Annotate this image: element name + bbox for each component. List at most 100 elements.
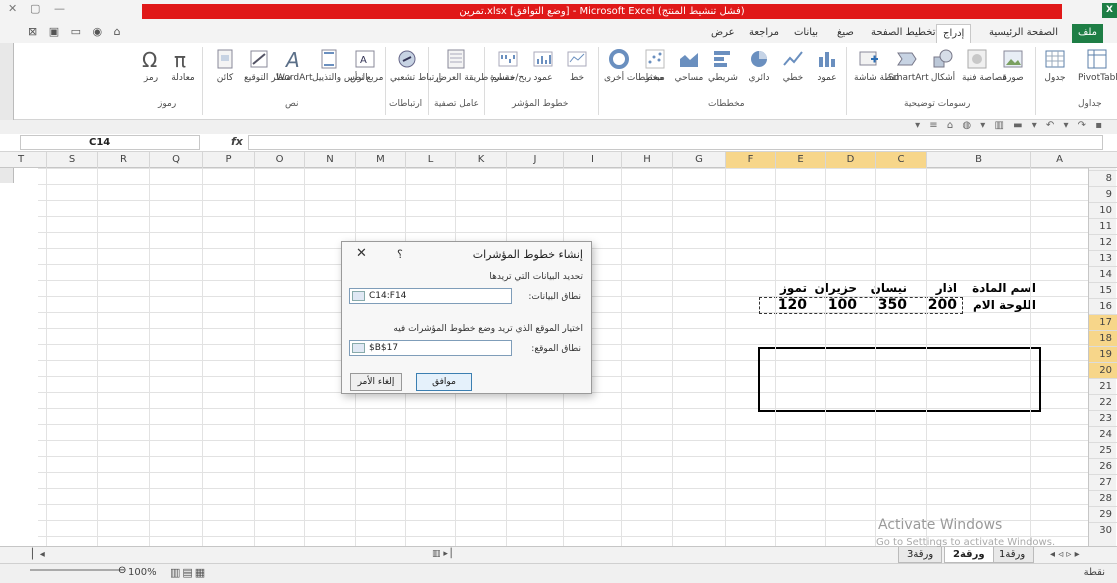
row-header-23[interactable]: 23 <box>1089 410 1117 426</box>
tab-data[interactable]: بيانات <box>788 24 824 43</box>
column-header-g[interactable]: G <box>672 152 725 168</box>
cell-e13[interactable]: حزيران <box>811 280 861 296</box>
quick-access-buttons[interactable]: ▾ ≡ ⌂ ◍ ▾ ▥ ▬ ▾ ↶ ▾ ↷ ▪ <box>915 120 1105 131</box>
maximize-window-icon[interactable]: ▢ <box>30 2 40 15</box>
range-picker-icon[interactable] <box>352 291 365 301</box>
view-buttons[interactable]: ▥▤▦ <box>170 566 207 579</box>
cell-b14[interactable]: اللوحة الام <box>950 297 1040 313</box>
location-range-input[interactable]: $B$17 <box>349 340 512 356</box>
selected-range-b17-f20[interactable] <box>758 347 1041 412</box>
sparkline-column-button[interactable]: عمود <box>528 47 558 83</box>
tab-view[interactable]: عرض <box>705 24 741 43</box>
row-header-27[interactable]: 27 <box>1089 474 1117 490</box>
area-chart-button[interactable]: مساحي <box>674 47 704 83</box>
tab-insert[interactable]: إدراج <box>936 24 972 43</box>
range-picker-icon[interactable] <box>352 343 365 353</box>
cancel-button[interactable]: إلغاء الأمر <box>350 373 402 391</box>
cell-c13[interactable]: اذار <box>911 280 961 296</box>
row-header-24[interactable]: 24 <box>1089 426 1117 442</box>
column-chart-button[interactable]: عمود <box>812 47 842 83</box>
help-icon[interactable]: ؟ <box>397 248 403 261</box>
column-header-b[interactable]: B <box>926 152 1030 168</box>
tab-file[interactable]: ملف <box>1072 24 1104 43</box>
tab-formulas[interactable]: صيغ <box>831 24 860 43</box>
row-header-19[interactable]: 19 <box>1089 346 1117 362</box>
column-header-q[interactable]: Q <box>149 152 202 168</box>
function-icon[interactable]: fx <box>231 135 243 148</box>
row-header-25[interactable]: 25 <box>1089 442 1117 458</box>
cell-b13[interactable]: اسم المادة <box>950 280 1040 296</box>
row-header-22[interactable]: 22 <box>1089 394 1117 410</box>
excel-app-icon[interactable]: X <box>1102 3 1117 18</box>
row-header-14[interactable]: 14 <box>1089 266 1117 282</box>
row-header-16[interactable]: 16 <box>1089 298 1117 314</box>
column-header-j[interactable]: J <box>506 152 563 168</box>
data-range-input[interactable]: C14:F14 <box>349 288 512 304</box>
screenshot-button[interactable]: لقطة شاشة <box>854 47 899 83</box>
sheet-tab-3[interactable]: ورقة3 <box>898 547 943 563</box>
row-header-10[interactable]: 10 <box>1089 202 1117 218</box>
symbol-button[interactable]: Ω رمز <box>136 47 166 83</box>
tab-review[interactable]: مراجعة <box>743 24 785 43</box>
table-button[interactable]: جدول <box>1040 47 1070 83</box>
row-header-28[interactable]: 28 <box>1089 490 1117 506</box>
column-header-e[interactable]: E <box>775 152 825 168</box>
column-header-r[interactable]: R <box>97 152 149 168</box>
sparkline-line-button[interactable]: خط <box>562 47 592 83</box>
hscroll-thumb[interactable]: ▥ ▸ ▏ <box>432 549 458 559</box>
column-header-d[interactable]: D <box>825 152 875 168</box>
row-header-12[interactable]: 12 <box>1089 234 1117 250</box>
column-header-n[interactable]: N <box>304 152 355 168</box>
line-chart-button[interactable]: خطي <box>778 47 808 83</box>
tab-page-layout[interactable]: تخطيط الصفحة <box>865 24 942 43</box>
shapes-button[interactable]: أشكال <box>928 47 958 83</box>
column-header-p[interactable]: P <box>202 152 254 168</box>
header-footer-button[interactable]: الرأس والتذييل <box>312 47 368 83</box>
ok-button[interactable]: موافق <box>416 373 472 391</box>
slicer-button[interactable]: مقسم طريقة العرض <box>436 47 515 83</box>
bar-chart-button[interactable]: شريطي <box>708 47 738 83</box>
row-header-17[interactable]: 17 <box>1089 314 1117 330</box>
column-header-s[interactable]: S <box>46 152 97 168</box>
name-box[interactable]: C14 <box>20 135 200 150</box>
column-header-f[interactable]: F <box>725 152 775 168</box>
sheet-tab-2[interactable]: ورقة2 <box>944 547 994 563</box>
row-header-30[interactable]: 30 <box>1089 522 1117 538</box>
hyperlink-button[interactable]: ارتباط تشعبي <box>390 47 441 83</box>
column-header-t[interactable]: T <box>0 152 46 168</box>
row-header-13[interactable]: 13 <box>1089 250 1117 266</box>
column-header-l[interactable]: L <box>405 152 455 168</box>
formula-input[interactable] <box>248 135 1103 150</box>
pivot-table-button[interactable]: PivotTable <box>1078 47 1117 83</box>
cell-d13[interactable]: نيسان <box>861 280 911 296</box>
row-header-18[interactable]: 18 <box>1089 330 1117 346</box>
zoom-level[interactable]: 100% <box>128 567 157 578</box>
scroll-left-icon[interactable]: ▏◂ <box>32 549 45 560</box>
column-header-a[interactable]: A <box>1030 152 1088 168</box>
column-header-i[interactable]: I <box>563 152 621 168</box>
signature-button[interactable]: سطر التوقيع <box>244 47 291 83</box>
column-header-m[interactable]: M <box>355 152 405 168</box>
row-header-8[interactable]: 8 <box>1089 170 1117 186</box>
zoom-out-icon[interactable]: ⊖ <box>118 565 126 576</box>
minimize-window-icon[interactable]: — <box>54 2 65 15</box>
column-header-h[interactable]: H <box>621 152 672 168</box>
column-header-c[interactable]: C <box>875 152 926 168</box>
sheet-nav-icons[interactable]: ◂ ◃ ▹ ▸ <box>1050 549 1080 560</box>
cell-f13[interactable]: تموز <box>761 280 811 296</box>
quick-access-icons[interactable]: ⊠ ▣ ▭ ◉ ⌂ <box>28 25 125 38</box>
column-header-k[interactable]: K <box>455 152 506 168</box>
row-header-21[interactable]: 21 <box>1089 378 1117 394</box>
equation-button[interactable]: π معادلة <box>168 47 198 83</box>
other-charts-button[interactable]: مخططات أخرى <box>604 47 664 83</box>
zoom-slider[interactable] <box>30 569 120 571</box>
sheet-tab-1[interactable]: ورقة1 <box>990 547 1035 563</box>
pie-chart-button[interactable]: دائري <box>744 47 774 83</box>
row-header-26[interactable]: 26 <box>1089 458 1117 474</box>
row-header-11[interactable]: 11 <box>1089 218 1117 234</box>
row-header-9[interactable]: 9 <box>1089 186 1117 202</box>
row-header-15[interactable]: 15 <box>1089 282 1117 298</box>
close-window-icon[interactable]: ✕ <box>8 2 17 15</box>
clipart-button[interactable]: قصاصة فنية <box>962 47 1007 83</box>
column-header-o[interactable]: O <box>254 152 304 168</box>
